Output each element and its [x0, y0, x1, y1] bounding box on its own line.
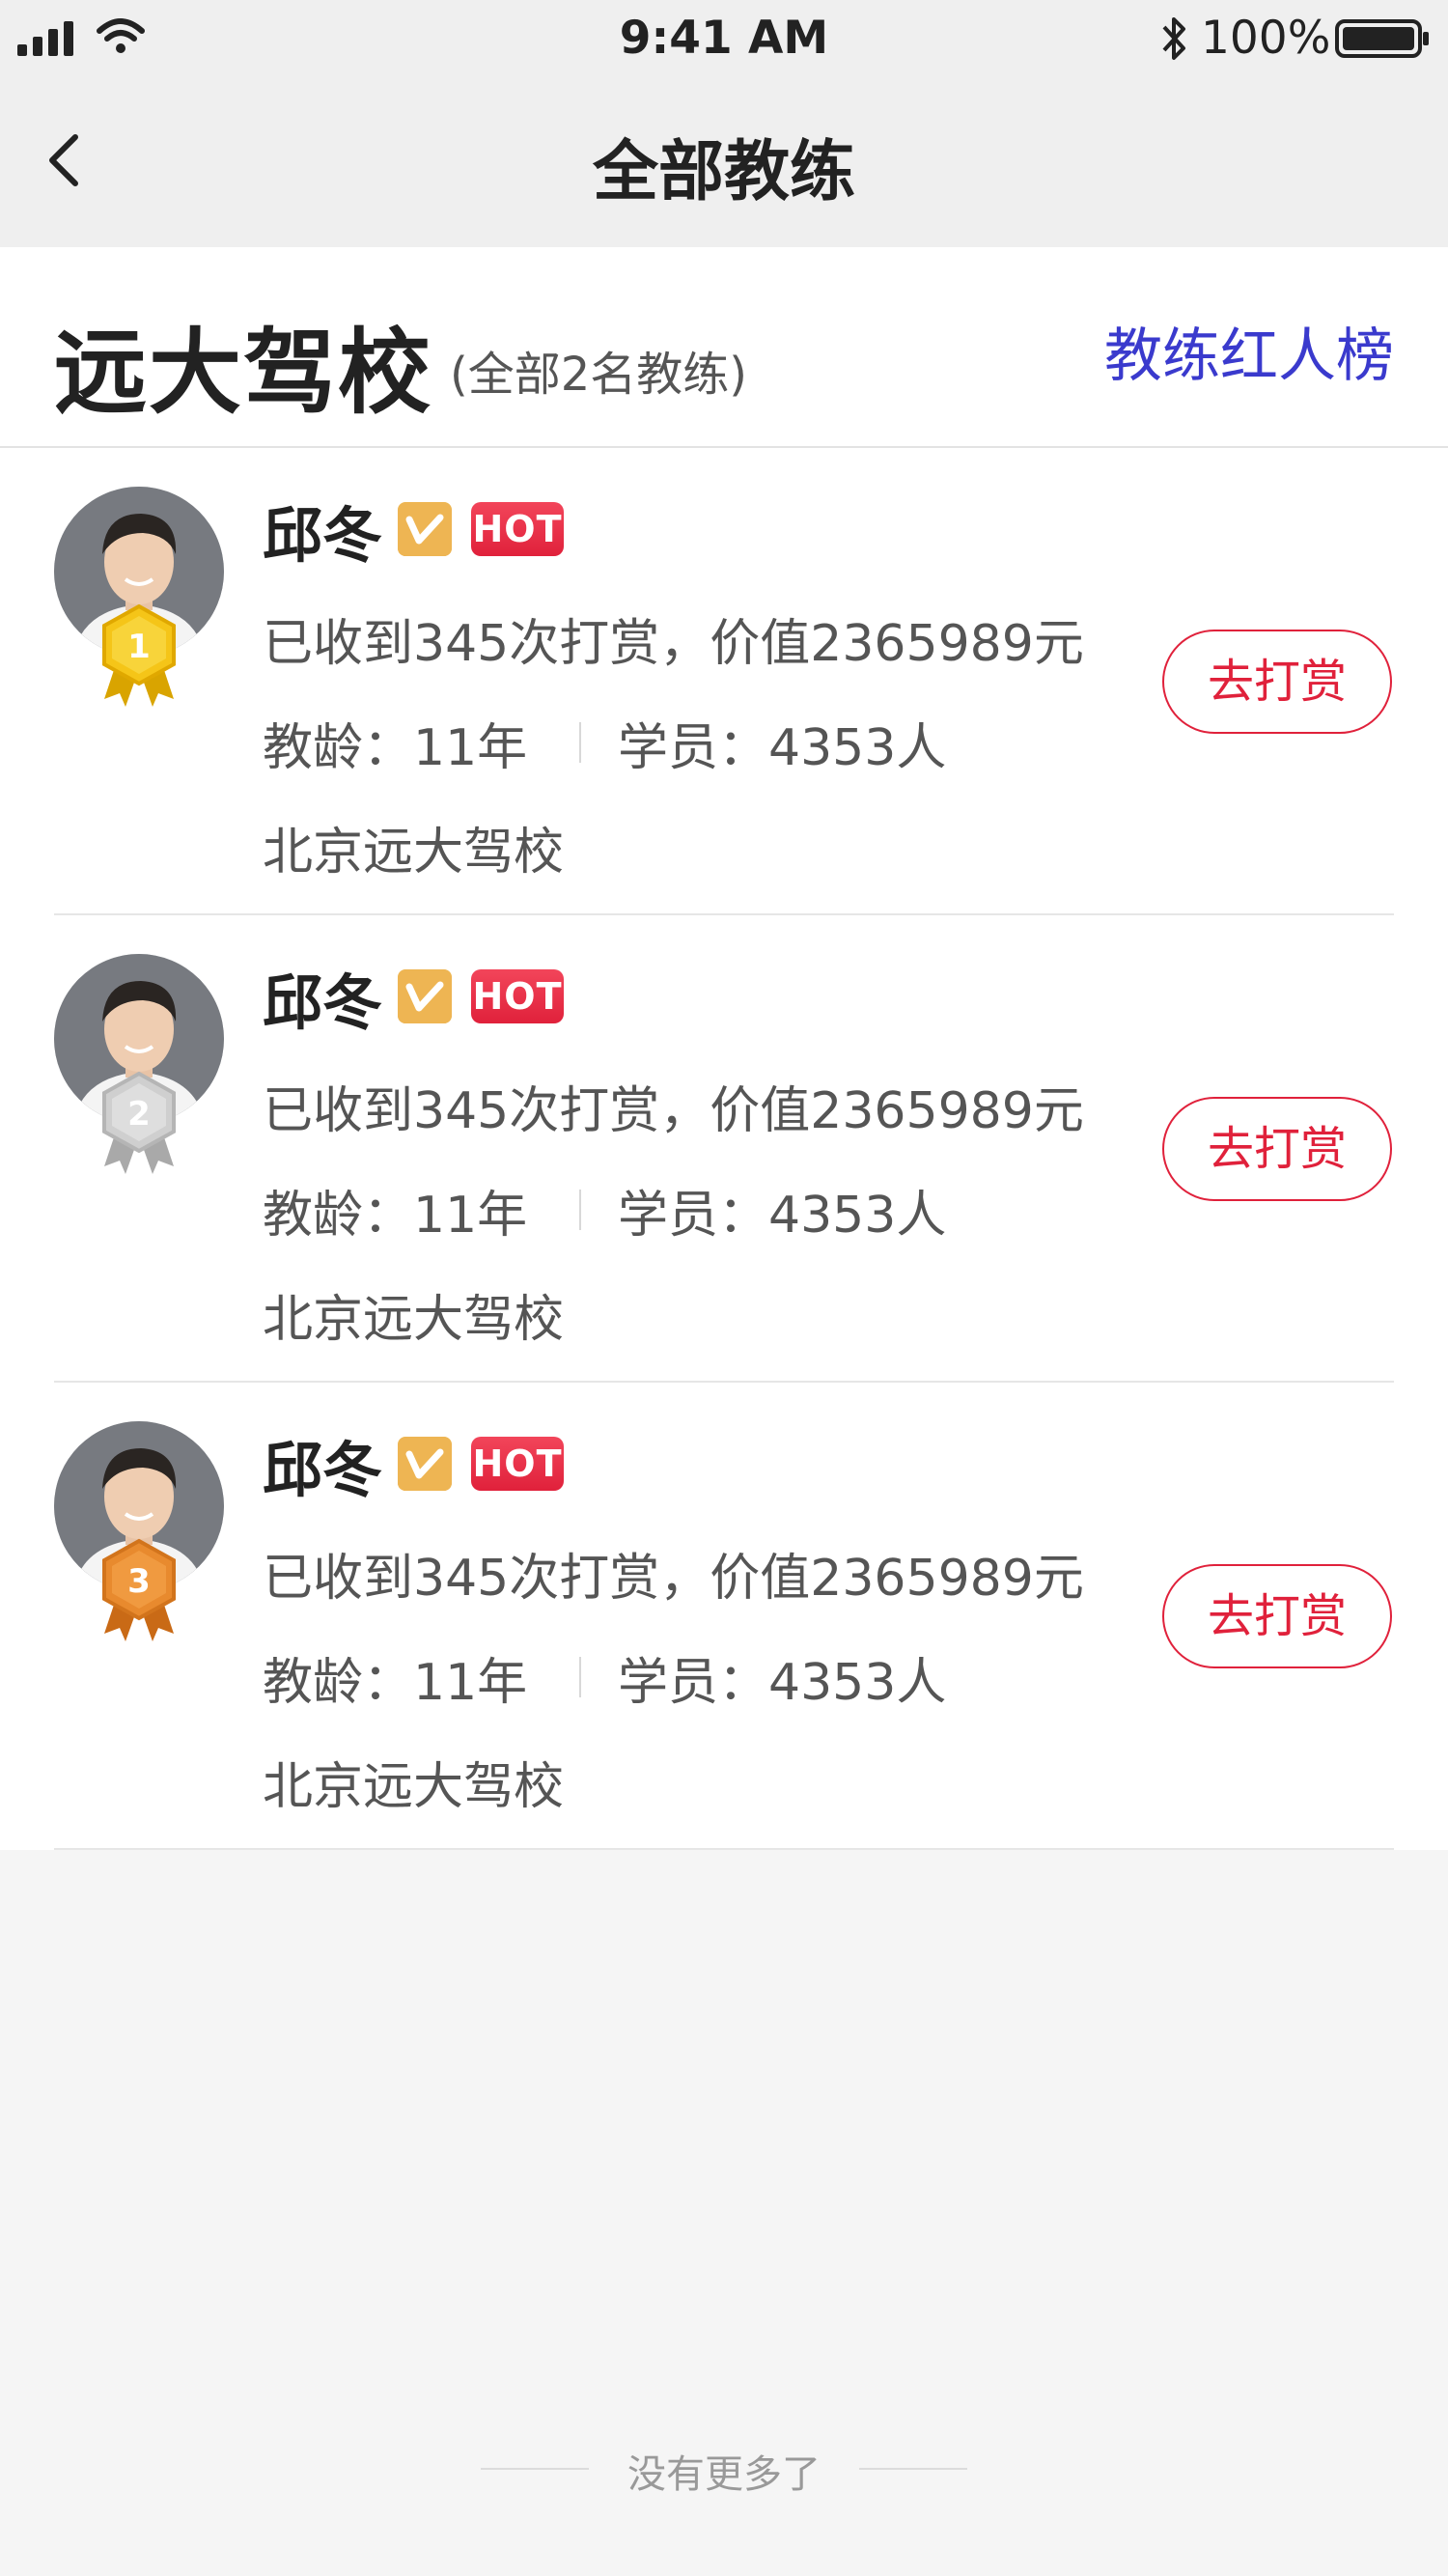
- coach-school: 北京远大驾校: [263, 824, 565, 882]
- svg-text:2: 2: [127, 1095, 151, 1134]
- verified-v-icon: [398, 1437, 452, 1491]
- stat-divider: [579, 1657, 581, 1697]
- coach-ranking-link[interactable]: 教练红人榜: [1104, 309, 1394, 393]
- school-header: 远大驾校 (全部2名教练) 教练红人榜: [0, 247, 1448, 448]
- coach-card: 2 邱冬 HOT 已收到345次打赏，价值2365989元 教龄：11年 学员：…: [0, 915, 1448, 1383]
- teaching-years: 教龄：11年: [263, 719, 528, 777]
- rank-medal-1: 1: [102, 603, 176, 707]
- reward-summary: 已收到345次打赏，价值2365989元: [263, 1550, 1084, 1608]
- svg-text:3: 3: [127, 1562, 151, 1601]
- verified-v-icon: [398, 502, 452, 556]
- coach-list: 1 邱冬 HOT 已收到345次打赏，价值2365989元 教龄：11年 学员：…: [0, 448, 1448, 1850]
- rank-medal-2: 2: [102, 1071, 176, 1174]
- battery-percent: 100%: [1201, 12, 1331, 65]
- tip-button[interactable]: 去打赏: [1162, 630, 1392, 734]
- divider: [54, 1848, 1394, 1850]
- page-title: 全部教练: [592, 134, 855, 210]
- coach-card: 1 邱冬 HOT 已收到345次打赏，价值2365989元 教龄：11年 学员：…: [0, 448, 1448, 915]
- coach-count: (全部2名教练): [450, 348, 747, 402]
- coach-name: 邱冬: [263, 1435, 383, 1505]
- student-count: 学员：4353人: [618, 1187, 947, 1245]
- verified-v-icon: [398, 969, 452, 1023]
- coach-name: 邱冬: [263, 500, 383, 571]
- teaching-years: 教龄：11年: [263, 1187, 528, 1245]
- svg-text:1: 1: [127, 628, 151, 666]
- tip-button[interactable]: 去打赏: [1162, 1097, 1392, 1201]
- coach-name: 邱冬: [263, 967, 383, 1038]
- coach-school: 北京远大驾校: [263, 1291, 565, 1349]
- hot-badge: HOT: [471, 969, 564, 1023]
- student-count: 学员：4353人: [618, 719, 947, 777]
- battery-icon: [1335, 19, 1429, 58]
- coach-card: 3 邱冬 HOT 已收到345次打赏，价值2365989元 教龄：11年 学员：…: [0, 1383, 1448, 1850]
- hot-badge: HOT: [471, 502, 564, 556]
- school-name: 远大驾校: [54, 319, 432, 427]
- top-bar: 9:41 AM 100% 全部教练: [0, 0, 1448, 247]
- stat-divider: [579, 722, 581, 763]
- tip-button[interactable]: 去打赏: [1162, 1564, 1392, 1668]
- footer-line-right: [859, 2468, 967, 2470]
- bluetooth-icon: [1162, 17, 1185, 60]
- stat-divider: [579, 1190, 581, 1230]
- teaching-years: 教龄：11年: [263, 1654, 528, 1712]
- rank-medal-3: 3: [102, 1538, 176, 1641]
- coach-school: 北京远大驾校: [263, 1758, 565, 1816]
- student-count: 学员：4353人: [618, 1654, 947, 1712]
- no-more-text: 没有更多了: [627, 2452, 821, 2497]
- hot-badge: HOT: [471, 1437, 564, 1491]
- reward-summary: 已收到345次打赏，价值2365989元: [263, 1082, 1084, 1140]
- reward-summary: 已收到345次打赏，价值2365989元: [263, 615, 1084, 673]
